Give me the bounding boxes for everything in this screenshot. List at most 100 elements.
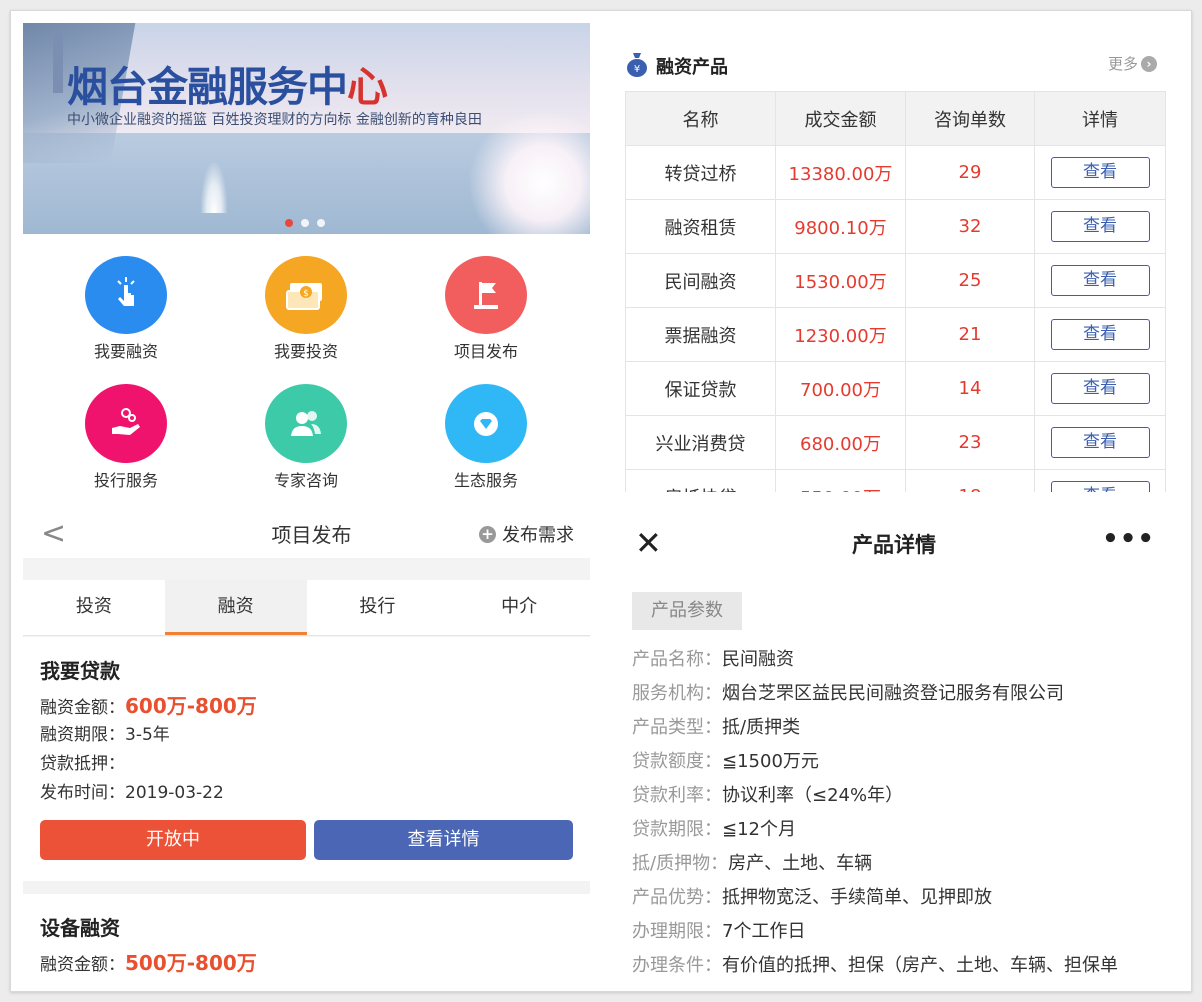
consult-count: 14 <box>905 361 1035 416</box>
view-button[interactable]: 查看 <box>1050 373 1150 404</box>
field-label: 融资金额： <box>40 698 125 718</box>
param-value: 烟台芝罘区益民民间融资登记服务有限公司 <box>722 683 1064 704</box>
products-title: 融资产品 <box>656 57 728 78</box>
carousel-dot[interactable] <box>317 219 325 227</box>
product-name: 民间融资 <box>625 253 776 308</box>
detail-navbar: ✕ 产品详情 ••• <box>611 512 1177 573</box>
banner-carousel[interactable]: 烟台金融服务中心 中小微企业融资的摇篮 百姓投资理财的方向标 金融创新的育种良田 <box>23 23 590 234</box>
detail-cell: 查看 <box>1034 469 1166 492</box>
money-stack-icon: $ <box>265 256 347 334</box>
card-row-term: 融资期限：3-5年 <box>40 721 573 750</box>
card-actions: 开放中 查看详情 <box>40 820 573 860</box>
hand-coins-icon <box>85 384 167 463</box>
diamond-icon <box>445 384 527 463</box>
field-label: 融资金额： <box>40 955 125 975</box>
view-button[interactable]: 查看 <box>1050 427 1150 458</box>
banner-glow <box>463 113 590 234</box>
product-name: 票据融资 <box>625 307 776 362</box>
products-table: 名称 成交金额 咨询单数 详情 转贷过桥 13380.00万 29 查看 融资租赁 980… <box>625 91 1166 492</box>
param-key: 贷款利率： <box>632 785 722 806</box>
tab-investment[interactable]: 投资 <box>23 580 165 635</box>
more-label: 更多 <box>1107 55 1138 73</box>
param-row: 办理条件：有价值的抵押、担保（房产、土地、车辆、担保单 <box>632 949 1118 978</box>
grid-label: 我要融资 <box>93 342 158 361</box>
detail-body: 产品参数 产品名称：民间融资 服务机构：烟台芝罘区益民民间融资登记服务有限公司 产品… <box>611 573 1177 978</box>
grid-item-financing[interactable]: 我要融资 <box>36 234 216 362</box>
grid-item-project-publish[interactable]: 项目发布 <box>396 234 576 362</box>
table-row: 保证贷款 700.00万 14 查看 <box>625 361 1166 416</box>
svg-text:¥: ¥ <box>634 64 640 75</box>
param-value: 7个工作日 <box>722 921 806 942</box>
carousel-dot-active[interactable] <box>285 219 293 227</box>
grid-item-investment-banking[interactable]: 投行服务 <box>36 362 216 491</box>
table-row: 转贷过桥 13380.00万 29 查看 <box>625 145 1166 200</box>
param-key: 产品优势： <box>632 887 722 908</box>
consult-count: 32 <box>905 199 1035 254</box>
param-row: 产品类型：抵/质押类 <box>632 711 1118 745</box>
view-button[interactable]: 查看 <box>1050 481 1150 492</box>
card-row-pledge: 贷款抵押： <box>40 750 573 779</box>
detail-cell: 查看 <box>1034 199 1166 254</box>
publish-demand-button[interactable]: + 发布需求 <box>479 521 574 547</box>
more-menu-icon[interactable]: ••• <box>1102 524 1155 554</box>
param-row: 产品优势：抵押物宽泛、手续简单、见押即放 <box>632 881 1118 915</box>
tab-financing[interactable]: 融资 <box>164 580 307 635</box>
svg-text:$: $ <box>303 289 309 299</box>
product-name: 融资租赁 <box>625 199 776 254</box>
open-status-button[interactable]: 开放中 <box>40 820 306 860</box>
field-label: 融资期限： <box>40 725 125 745</box>
view-button[interactable]: 查看 <box>1050 319 1150 350</box>
view-button[interactable]: 查看 <box>1050 211 1150 242</box>
project-card: 设备融资 融资金额：500万-800万 <box>23 894 590 978</box>
grid-item-expert-consult[interactable]: 专家咨询 <box>216 362 396 491</box>
table-row: 房抵快贷550.00万18 查看 <box>625 469 1166 492</box>
grid-item-investing[interactable]: $ 我要投资 <box>216 234 396 362</box>
param-value: ≦12个月 <box>722 819 796 840</box>
deal-amount: 13380.00万 <box>775 145 906 200</box>
service-grid: 我要融资 $ 我要投资 项目发布 投行服务 专家咨询 生态服务 <box>23 234 590 491</box>
grid-item-ecosystem-service[interactable]: 生态服务 <box>396 362 576 491</box>
column-header: 详情 <box>1034 91 1166 146</box>
banner-building <box>53 33 63 93</box>
consult-count: 18 <box>905 469 1035 492</box>
banner-title: 烟台金融服务中心 <box>67 63 388 111</box>
project-card: 我要贷款 融资金额：600万-800万 融资期限：3-5年 贷款抵押： 发布时间… <box>23 637 590 881</box>
consult-count: 23 <box>905 415 1035 470</box>
detail-cell: 查看 <box>1034 307 1166 362</box>
tab-agency[interactable]: 中介 <box>448 580 590 635</box>
tab-investment-bank[interactable]: 投行 <box>307 580 449 635</box>
home-panel: 烟台金融服务中心 中小微企业融资的摇篮 百姓投资理财的方向标 金融创新的育种良田… <box>23 23 590 491</box>
param-value: 有价值的抵押、担保（房产、土地、车辆、担保单 <box>722 955 1118 976</box>
params-list: 产品名称：民间融资 服务机构：烟台芝罘区益民民间融资登记服务有限公司 产品类型：抵/… <box>632 643 1118 978</box>
amount-value: 500万-800万 <box>125 951 257 975</box>
people-icon <box>265 384 347 463</box>
product-name: 转贷过桥 <box>625 145 776 200</box>
carousel-dot[interactable] <box>301 219 309 227</box>
more-link[interactable]: 更多 › <box>1108 53 1157 74</box>
detail-cell: 查看 <box>1034 415 1166 470</box>
back-icon[interactable]: < <box>41 516 66 551</box>
field-label: 贷款抵押： <box>40 754 125 774</box>
detail-panel: ✕ 产品详情 ••• 产品参数 产品名称：民间融资 服务机构：烟台芝罘区益民民间融… <box>611 512 1177 978</box>
param-value: ≦1500万元 <box>722 751 819 772</box>
view-button[interactable]: 查看 <box>1050 265 1150 296</box>
table-row: 兴业消费贷 680.00万 23 查看 <box>625 415 1166 470</box>
view-details-button[interactable]: 查看详情 <box>314 820 573 860</box>
chevron-right-icon: › <box>1141 55 1157 72</box>
grid-label: 项目发布 <box>453 342 518 361</box>
column-header: 名称 <box>625 91 776 146</box>
view-button[interactable]: 查看 <box>1050 157 1150 188</box>
product-name: 兴业消费贷 <box>625 415 776 470</box>
banner-fountain <box>201 163 227 213</box>
consult-count: 21 <box>905 307 1035 362</box>
detail-cell: 查看 <box>1034 253 1166 308</box>
close-icon[interactable]: ✕ <box>635 524 662 562</box>
consult-count: 29 <box>905 145 1035 200</box>
detail-cell: 查看 <box>1034 145 1166 200</box>
param-value: 协议利率（≤24%年） <box>722 785 904 806</box>
plus-circle-icon: + <box>479 525 496 543</box>
project-tabs: 投资 融资 投行 中介 <box>23 580 590 636</box>
money-bag-icon: ¥ <box>627 53 647 77</box>
project-panel: < 项目发布 + 发布需求 投资 融资 投行 中介 我要贷款 融资金额：600万… <box>23 508 590 978</box>
consult-count: 25 <box>905 253 1035 308</box>
